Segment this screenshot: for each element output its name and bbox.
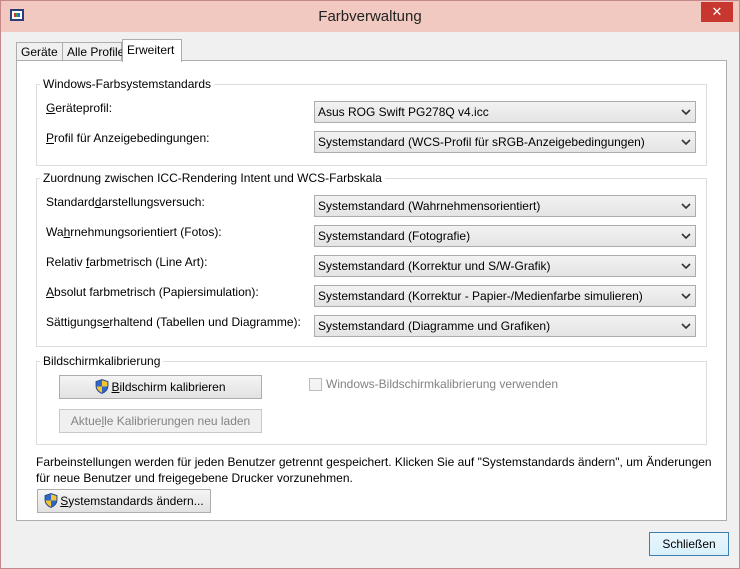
saturation-intent-select[interactable]: Systemstandard (Diagramme und Grafiken) <box>314 315 696 337</box>
default-rendering-intent-label: Standarddarstellungsversuch: <box>46 195 205 209</box>
change-system-defaults-button[interactable]: Systemstandards ändern... <box>37 489 211 513</box>
chevron-down-icon <box>681 263 691 270</box>
viewing-conditions-profile-select[interactable]: Systemstandard (WCS-Profil für sRGB-Anze… <box>314 131 696 153</box>
windows-color-defaults-legend: Windows-Farbsystemstandards <box>43 77 212 91</box>
rendering-intent-legend: Zuordnung zwischen ICC-Rendering Intent … <box>43 171 382 185</box>
calibrate-display-button[interactable]: Bildschirm kalibrieren <box>59 375 262 399</box>
default-rendering-intent-value: Systemstandard (Wahrnehmensorientiert) <box>318 199 541 213</box>
perceptual-intent-label: Wahrnehmungsorientiert (Fotos): <box>46 225 222 239</box>
device-profile-select[interactable]: Asus ROG Swift PG278Q v4.icc <box>314 101 696 123</box>
relative-colorimetric-label: Relativ farbmetrisch (Line Art): <box>46 255 208 269</box>
absolute-colorimetric-value: Systemstandard (Korrektur - Papier-/Medi… <box>318 289 643 303</box>
chevron-down-icon <box>681 293 691 300</box>
chevron-down-icon <box>681 233 691 240</box>
default-rendering-intent-select[interactable]: Systemstandard (Wahrnehmensorientiert) <box>314 195 696 217</box>
chevron-down-icon <box>681 139 691 146</box>
viewing-conditions-profile-value: Systemstandard (WCS-Profil für sRGB-Anze… <box>318 135 645 149</box>
tab-all-profiles[interactable]: Alle Profile <box>62 42 124 62</box>
display-calibration-legend: Bildschirmkalibrierung <box>43 354 161 368</box>
title-bar[interactable]: Farbverwaltung ✕ <box>1 1 739 32</box>
close-dialog-button[interactable]: Schließen <box>649 532 729 556</box>
relative-colorimetric-value: Systemstandard (Korrektur und S/W-Grafik… <box>318 259 551 273</box>
use-windows-calibration-label[interactable]: Windows-Bildschirmkalibrierung verwenden <box>326 377 558 391</box>
device-profile-label: Geräteprofil: <box>46 101 113 115</box>
color-management-window: Farbverwaltung ✕ Geräte Alle Profile Erw… <box>0 0 740 569</box>
use-windows-calibration-checkbox[interactable] <box>309 378 322 391</box>
saturation-intent-value: Systemstandard (Diagramme und Grafiken) <box>318 319 551 333</box>
close-icon[interactable]: ✕ <box>701 2 733 22</box>
absolute-colorimetric-select[interactable]: Systemstandard (Korrektur - Papier-/Medi… <box>314 285 696 307</box>
absolute-colorimetric-label: Absolut farbmetrisch (Papiersimulation): <box>46 285 259 299</box>
advanced-tab-panel: Windows-Farbsystemstandards Geräteprofil… <box>16 60 727 521</box>
device-profile-value: Asus ROG Swift PG278Q v4.icc <box>318 105 489 119</box>
chevron-down-icon <box>681 323 691 330</box>
viewing-conditions-profile-label: Profil für Anzeigebedingungen: <box>46 131 210 145</box>
uac-shield-icon <box>96 379 109 394</box>
perceptual-intent-value: Systemstandard (Fotografie) <box>318 229 471 243</box>
reload-calibrations-button[interactable]: Aktuelle Kalibrierungen neu laden <box>59 409 262 433</box>
window-title: Farbverwaltung <box>318 8 422 25</box>
chevron-down-icon <box>681 203 691 210</box>
chevron-down-icon <box>681 109 691 116</box>
tab-devices[interactable]: Geräte <box>16 42 63 62</box>
uac-shield-icon <box>44 493 58 508</box>
saturation-intent-label: Sättigungserhaltend (Tabellen und Diagra… <box>46 315 301 329</box>
perceptual-intent-select[interactable]: Systemstandard (Fotografie) <box>314 225 696 247</box>
tab-advanced[interactable]: Erweitert <box>122 39 182 62</box>
settings-info-text: Farbeinstellungen werden für jeden Benut… <box>36 455 712 485</box>
relative-colorimetric-select[interactable]: Systemstandard (Korrektur und S/W-Grafik… <box>314 255 696 277</box>
